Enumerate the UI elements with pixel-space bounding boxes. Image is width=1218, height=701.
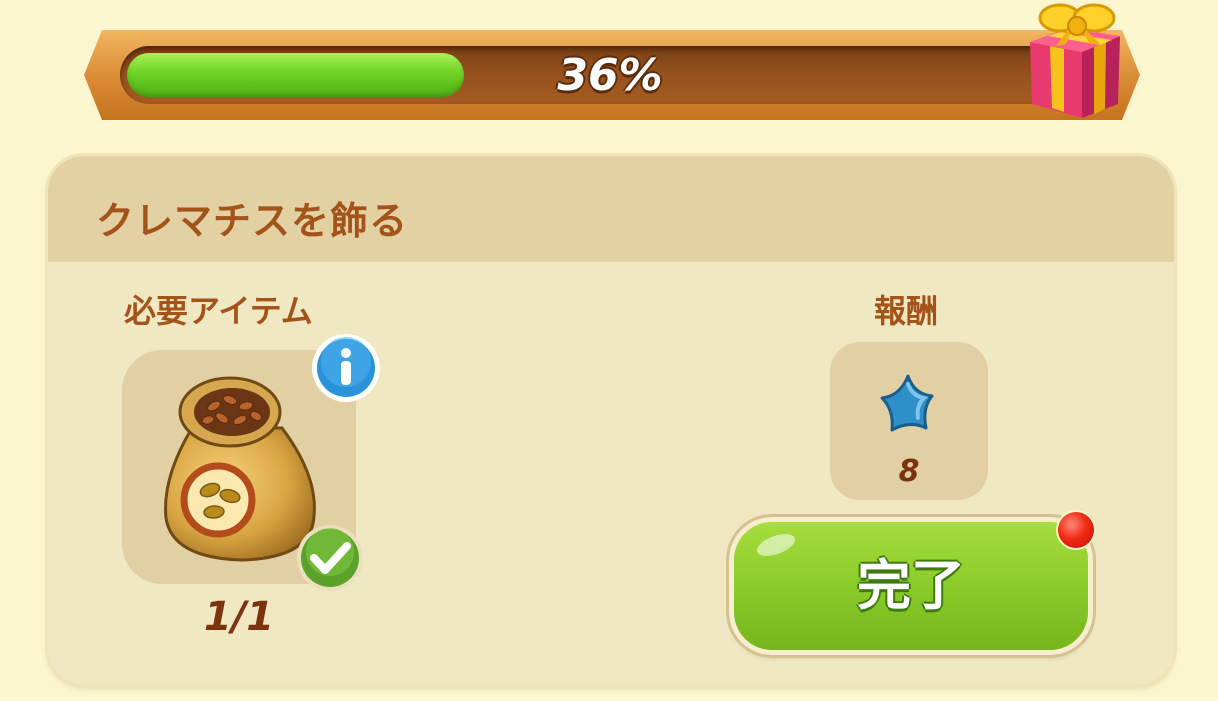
reward-value: 8	[898, 454, 920, 489]
blue-star-icon	[880, 374, 934, 432]
check-icon	[297, 525, 363, 591]
complete-button-label: 完了	[857, 554, 965, 617]
gift-box-icon[interactable]	[1020, 0, 1128, 122]
item-count: 1/1	[203, 594, 275, 640]
complete-button[interactable]: 完了	[734, 522, 1088, 650]
quest-panel: クレマチスを飾る 必要アイテム 1/1 報酬 8 完了	[48, 156, 1174, 684]
info-icon[interactable]	[310, 332, 382, 404]
required-items-label: 必要アイテム	[124, 292, 313, 330]
notification-dot	[1058, 512, 1094, 548]
reward-slot: 8	[830, 342, 988, 500]
quest-title: クレマチスを飾る	[96, 199, 409, 243]
quest-header: クレマチスを飾る	[48, 156, 1174, 262]
progress-percent: 36%	[557, 50, 663, 101]
reward-label: 報酬	[874, 292, 939, 330]
